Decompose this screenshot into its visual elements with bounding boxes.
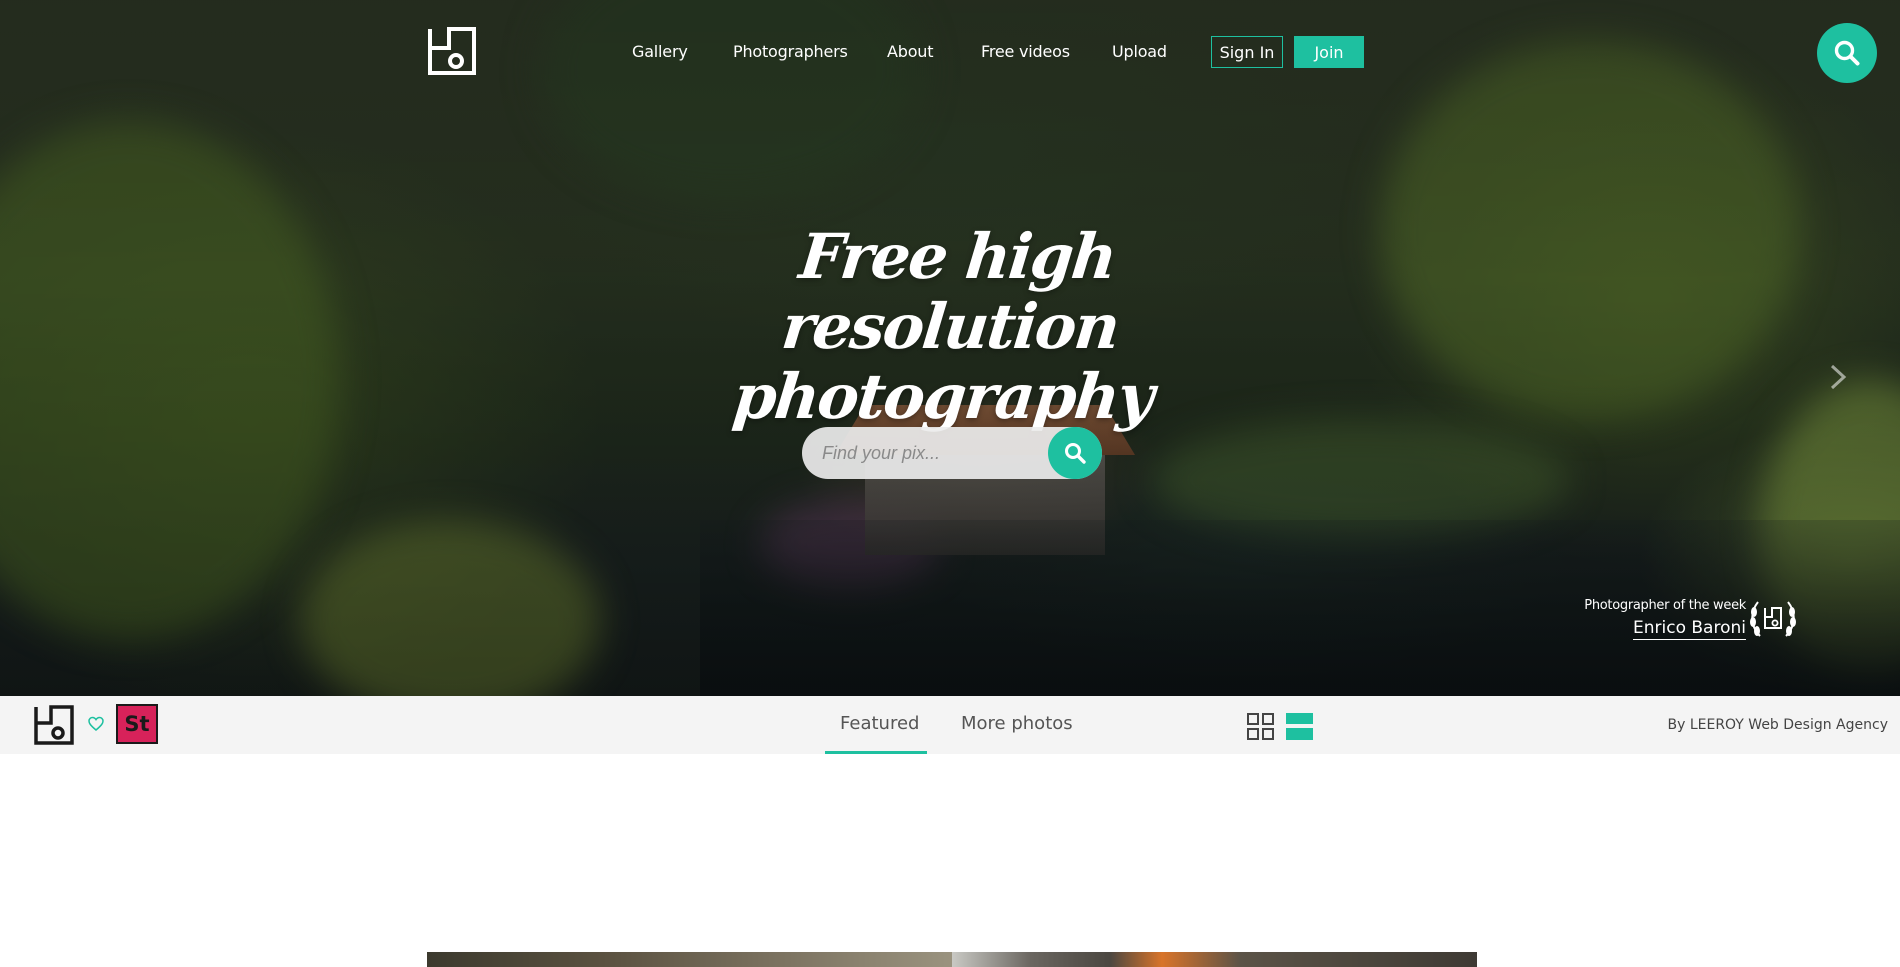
gallery-photo[interactable] [952,952,1477,967]
nav-free-videos[interactable]: Free videos [981,42,1070,61]
hero-banner: Gallery Photographers About Free videos … [0,0,1900,696]
gallery-toolbar: St Featured More photos By LEEROY Web De… [0,696,1900,754]
join-button[interactable]: Join [1294,36,1364,68]
search-toggle-button[interactable] [1817,23,1877,83]
search-icon [1834,40,1860,66]
adobe-stock-label: St [124,712,150,736]
photographer-of-week: Photographer of the week Enrico Baroni [1560,596,1810,646]
search-icon [1065,443,1086,464]
hero-title-line1: Free high resolution [778,220,1122,363]
nav-gallery[interactable]: Gallery [632,42,688,61]
hero-search-bar [802,427,1102,479]
pixabay-logo-icon[interactable] [33,704,75,746]
photographer-name-link[interactable]: Enrico Baroni [1633,618,1746,640]
grid-view-icon[interactable] [1247,713,1274,740]
heart-icon[interactable] [87,715,105,733]
gallery-photo[interactable] [427,952,952,967]
nav-upload[interactable]: Upload [1112,42,1167,61]
hero-title-line2: photography [729,360,1156,433]
hero-title: Free high resolution photography [639,220,1261,433]
agency-credit-link[interactable]: By LEEROY Web Design Agency [1667,717,1888,733]
chevron-right-icon[interactable] [1826,362,1850,392]
active-tab-indicator [825,751,927,754]
nav-photographers[interactable]: Photographers [733,42,848,61]
search-submit-button[interactable] [1048,427,1102,479]
top-nav: Gallery Photographers About Free videos … [0,0,1900,104]
gallery-grid [427,952,1477,967]
tab-featured[interactable]: Featured [840,713,919,734]
search-input[interactable] [822,427,1042,479]
photographer-of-week-label: Photographer of the week [1584,598,1746,613]
sign-in-button[interactable]: Sign In [1211,36,1283,68]
tab-more-photos[interactable]: More photos [961,713,1073,734]
adobe-stock-button[interactable]: St [116,704,158,744]
laurel-badge-icon [1750,601,1796,637]
nav-about[interactable]: About [887,42,934,61]
list-view-icon[interactable] [1286,713,1313,740]
